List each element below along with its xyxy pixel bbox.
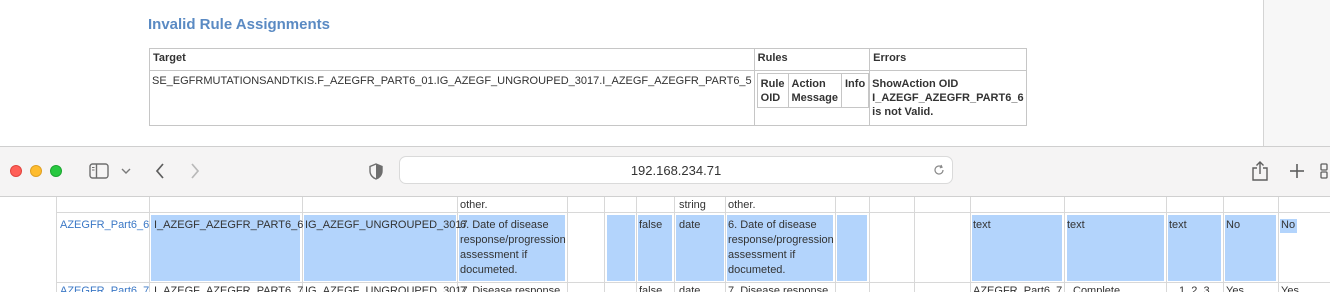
minimize-window-button[interactable] [30,165,42,177]
rules-action-header: Action Message [787,73,843,108]
flag-cell: false [639,219,663,231]
data-type-cell: date [679,219,701,231]
response-text-cell: Complete [1073,285,1121,292]
background-page: Invalid Rule Assignments Target Rules Er… [0,0,1330,146]
response-values-cell: 1, 2, 3 [1179,285,1210,292]
header-target: Target [149,48,755,71]
question-line: 6. Date of disease [460,219,549,231]
header-errors: Errors [869,48,1027,71]
rules-cell: Rule OID Action Message Info [753,70,871,126]
group-oid-cell: IG_AZEGF_UNGROUPED_3017 [305,219,468,231]
table-row: SE_EGFRMUTATIONSANDTKIS.F_AZEGFR_PART6_0… [149,70,1027,126]
question-line: response/progression [728,234,834,246]
response-type-cell: text [1067,219,1085,231]
data-grid: other. string other. AZEGFR_Part6_6 I_AZ… [0,197,1330,292]
rules-action-label-1: Action [791,78,826,90]
url-text: 192.168.234.71 [630,163,722,178]
group-oid-cell: IG_AZEGF_UNGROUPED_3017 [305,285,468,292]
row-divider [56,282,1330,283]
response-type-cell: text [1169,219,1187,231]
rules-oid-label-1: Rule [760,78,785,90]
header-rules: Rules [753,48,871,71]
question-line: assessment if [728,249,796,261]
rules-oid-label-2: OID [760,92,781,104]
flag-cell: false [639,285,663,292]
data-type-cell: date [679,285,701,292]
required-cell: Yes [1281,285,1299,292]
rules-action-label-2: Message [791,92,838,104]
partial-row-cell: other. [728,199,756,211]
errors-cell: ShowAction OID I_AZEGF_AZEGFR_PART6_6 is… [869,70,1027,126]
item-link[interactable]: AZEGFR_Part6_7 [57,284,149,292]
required-cell: No [1281,219,1296,231]
selection-highlight [607,215,635,281]
question-cell: 6. Date of disease response/progression … [725,218,834,278]
rules-subtable: Rule OID Action Message Info [756,73,870,108]
response-label-cell: AZEGFR_Part6_7 [973,285,1063,292]
partial-row-cell: string [679,199,706,211]
error-line-1: ShowAction OID [872,78,959,90]
required-cell: Yes [1226,285,1244,292]
rules-oid-header: Rule OID [756,73,789,108]
item-oid-cell: I_AZEGF_AZEGFR_PART6_7 [154,285,304,292]
forward-arrow-icon[interactable] [186,160,204,182]
section-title: Invalid Rule Assignments [148,16,330,33]
question-line: assessment if [460,249,528,261]
browser-toolbar: 192.168.234.71 [0,146,1330,197]
zoom-window-button[interactable] [50,165,62,177]
question-cell: 7. Disease response [460,285,561,292]
error-line-2: I_AZEGF_AZEGFR_PART6_6 [872,92,1024,104]
address-bar[interactable]: 192.168.234.71 [399,156,953,184]
question-line: documeted. [460,264,518,276]
table-header-row: Target Rules Errors [149,48,1027,71]
question-cell: 6. Date of disease response/progression … [457,218,566,278]
question-line: response/progression [460,234,566,246]
invalid-rule-table: Target Rules Errors SE_EGFRMUTATIONSANDT… [149,48,1027,126]
response-type-cell: text [973,219,991,231]
selection-highlight [837,215,867,281]
question-line: documeted. [728,264,786,276]
shield-icon[interactable] [366,161,386,181]
question-cell: 7. Disease response [728,285,829,292]
share-icon[interactable] [1250,159,1270,183]
error-line-3: is not Valid. [872,106,934,118]
sidebar-toggle-icon[interactable] [88,161,110,181]
back-arrow-icon[interactable] [151,160,169,182]
close-window-button[interactable] [10,165,22,177]
new-tab-plus-icon[interactable] [1287,160,1307,182]
target-cell: SE_EGFRMUTATIONSANDTKIS.F_AZEGFR_PART6_0… [149,70,755,126]
item-oid-cell: I_AZEGF_AZEGFR_PART6_6 [154,219,304,231]
chevron-down-icon[interactable] [119,164,133,178]
question-line: 6. Date of disease [728,219,817,231]
rules-info-header: Info [840,73,870,108]
tab-overview-icon[interactable] [1320,161,1330,181]
item-link[interactable]: AZEGFR_Part6_6 [57,218,149,233]
reload-icon[interactable] [932,163,946,177]
partial-row-cell: other. [460,199,488,211]
required-cell: No [1226,219,1241,231]
side-pane [1264,0,1330,146]
